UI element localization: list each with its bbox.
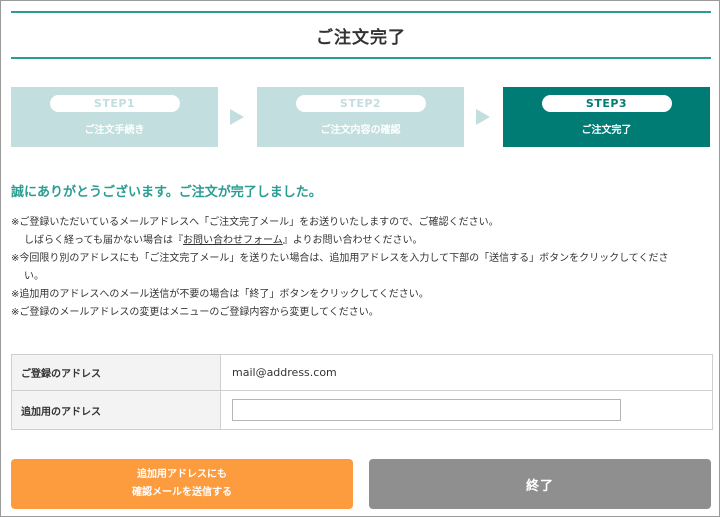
note-text: 』よりお問い合わせください。 [282,235,423,246]
step-2: STEP2 ご注文内容の確認 [257,87,464,147]
step-3: STEP3 ご注文完了 [503,87,710,147]
registered-address-row: ご登録のアドレス mail@address.com [12,355,712,391]
notes: ※ご登録いただいているメールアドレスへ「ご注文完了メール」をお送りいたしますので… [11,214,711,322]
note-line: しばらく経っても届かない場合は『お問い合わせフォーム』よりお問い合わせください。 [11,232,711,250]
page-frame: ご注文完了 STEP1 ご注文手続き STEP2 ご注文内容の確認 STEP3 … [0,0,720,517]
note-line: ※追加用のアドレスへのメール送信が不要の場合は「終了」ボタンをクリックしてくださ… [11,289,429,300]
finish-button[interactable]: 終了 [369,459,711,509]
step-3-label: ご注文完了 [581,125,632,136]
registered-address-label: ご登録のアドレス [12,355,221,390]
title-bar: ご注文完了 [11,11,711,59]
step-arrow-icon [230,109,244,125]
additional-address-input[interactable] [232,399,621,421]
step-2-number: STEP2 [295,95,426,112]
note-line: ※ご登録いただいているメールアドレスへ「ご注文完了メール」をお送りいたしますので… [11,217,499,228]
thank-you-message: 誠にありがとうございます。ご注文が完了しました。 [11,185,322,200]
step-1: STEP1 ご注文手続き [11,87,218,147]
step-2-label: ご注文内容の確認 [320,125,401,136]
additional-address-cell [221,391,712,429]
send-confirmation-button[interactable]: 追加用アドレスにも 確認メールを送信する [11,459,353,509]
step-1-label: ご注文手続き [84,125,145,136]
additional-address-label: 追加用のアドレス [12,391,221,429]
step-1-number: STEP1 [49,95,180,112]
page-title: ご注文完了 [316,27,406,48]
step-3-number: STEP3 [541,95,672,112]
step-progress: STEP1 ご注文手続き STEP2 ご注文内容の確認 STEP3 ご注文完了 [11,87,711,147]
contact-form-link[interactable]: お問い合わせフォーム [183,235,283,246]
note-line: ※ご登録のメールアドレスの変更はメニューのご登録内容から変更してください。 [11,307,379,318]
note-line: ※今回限り別のアドレスにも「ご注文完了メール」を送りたい場合は、追加用アドレスを… [11,253,669,264]
registered-address-value: mail@address.com [232,366,337,379]
note-text: しばらく経っても届かない場合は『 [24,235,183,246]
additional-address-row: 追加用のアドレス [12,391,712,429]
note-line: い。 [24,271,44,282]
send-button-line2: 確認メールを送信する [132,487,232,498]
send-button-line1: 追加用アドレスにも [137,469,227,480]
address-table: ご登録のアドレス mail@address.com 追加用のアドレス [11,354,713,430]
step-arrow-icon [476,109,490,125]
